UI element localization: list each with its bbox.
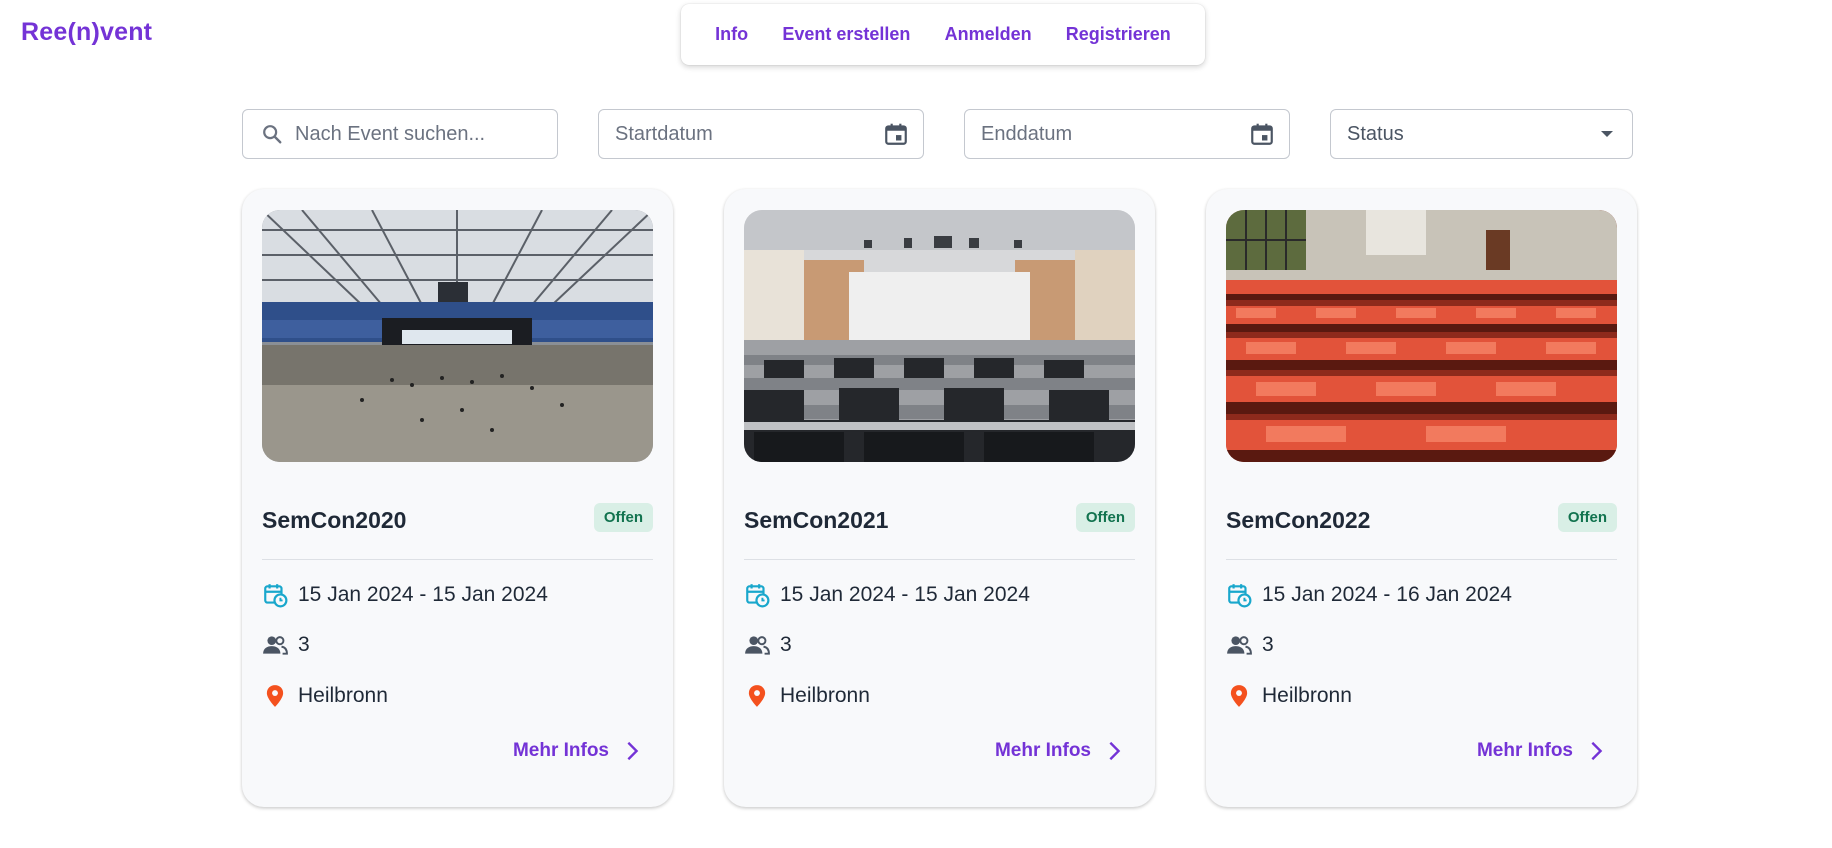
people-icon <box>263 636 288 655</box>
chevron-right-icon <box>627 741 639 761</box>
filter-bar: Status <box>242 109 1633 159</box>
nav-info[interactable]: Info <box>707 18 756 51</box>
people-icon <box>1227 636 1252 655</box>
chevron-right-icon <box>1591 741 1603 761</box>
card-divider <box>1226 559 1617 560</box>
event-location: Heilbronn <box>298 684 388 707</box>
status-badge: Offen <box>1557 503 1617 532</box>
event-dates: 15 Jan 2024 - 15 Jan 2024 <box>780 583 1030 606</box>
search-input[interactable] <box>295 110 557 158</box>
event-title: SemCon2022 <box>1226 507 1371 533</box>
people-icon <box>745 636 770 655</box>
event-image-conference-hall <box>744 210 1135 462</box>
status-badge: Offen <box>1075 503 1135 532</box>
event-title: SemCon2021 <box>744 507 889 533</box>
end-date-input[interactable] <box>981 110 1249 158</box>
event-image-stadium <box>262 210 653 462</box>
nav-login[interactable]: Anmelden <box>937 18 1040 51</box>
more-info-label: Mehr Infos <box>994 740 1091 761</box>
event-participants-row: 3 <box>744 632 792 658</box>
start-date-field <box>598 109 924 159</box>
event-participants-row: 3 <box>1226 632 1274 658</box>
app-logo[interactable]: Ree(n)vent <box>21 18 152 47</box>
event-location-row: Heilbronn <box>1226 683 1352 709</box>
event-participants: 3 <box>1262 633 1274 656</box>
event-dates: 15 Jan 2024 - 16 Jan 2024 <box>1262 583 1512 606</box>
more-info-label: Mehr Infos <box>1476 740 1573 761</box>
event-participants-row: 3 <box>262 632 310 658</box>
event-date-row: 15 Jan 2024 - 15 Jan 2024 <box>744 582 1030 608</box>
event-card: SemCon2020 Offen 15 Jan 2024 - 15 Jan 20… <box>242 189 673 807</box>
more-info-link[interactable]: Mehr Infos <box>513 740 643 762</box>
more-info-link[interactable]: Mehr Infos <box>995 740 1125 762</box>
nav-create-event[interactable]: Event erstellen <box>774 18 918 51</box>
end-date-field <box>964 109 1290 159</box>
location-pin-icon <box>748 685 766 707</box>
event-location: Heilbronn <box>780 684 870 707</box>
calendar-icon[interactable] <box>883 121 909 147</box>
event-title: SemCon2020 <box>262 507 407 533</box>
location-pin-icon <box>266 685 284 707</box>
status-select-label: Status <box>1347 122 1404 145</box>
calendar-clock-icon <box>746 584 770 608</box>
event-date-row: 15 Jan 2024 - 15 Jan 2024 <box>262 582 548 608</box>
card-divider <box>262 559 653 560</box>
chevron-down-icon <box>1601 131 1613 137</box>
status-select[interactable]: Status <box>1330 109 1633 159</box>
event-card: SemCon2021 Offen 15 Jan 2024 - 15 Jan 20… <box>724 189 1155 807</box>
search-field <box>242 109 558 159</box>
event-dates: 15 Jan 2024 - 15 Jan 2024 <box>298 583 548 606</box>
event-image-auditorium-seats <box>1226 210 1617 462</box>
top-navigation: Info Event erstellen Anmelden Registrier… <box>681 4 1205 65</box>
status-badge: Offen <box>593 503 653 532</box>
event-participants: 3 <box>780 633 792 656</box>
event-participants: 3 <box>298 633 310 656</box>
calendar-clock-icon <box>264 584 288 608</box>
event-card: SemCon2022 Offen 15 Jan 2024 - 16 Jan 20… <box>1206 189 1637 807</box>
more-info-link[interactable]: Mehr Infos <box>1477 740 1607 762</box>
location-pin-icon <box>1230 685 1248 707</box>
card-divider <box>744 559 1135 560</box>
chevron-right-icon <box>1109 741 1121 761</box>
event-location: Heilbronn <box>1262 684 1352 707</box>
start-date-input[interactable] <box>615 110 883 158</box>
search-icon <box>263 125 282 144</box>
calendar-clock-icon <box>1228 584 1252 608</box>
event-date-row: 15 Jan 2024 - 16 Jan 2024 <box>1226 582 1512 608</box>
more-info-label: Mehr Infos <box>512 740 609 761</box>
calendar-icon[interactable] <box>1249 121 1275 147</box>
nav-register[interactable]: Registrieren <box>1058 18 1179 51</box>
event-location-row: Heilbronn <box>744 683 870 709</box>
event-location-row: Heilbronn <box>262 683 388 709</box>
